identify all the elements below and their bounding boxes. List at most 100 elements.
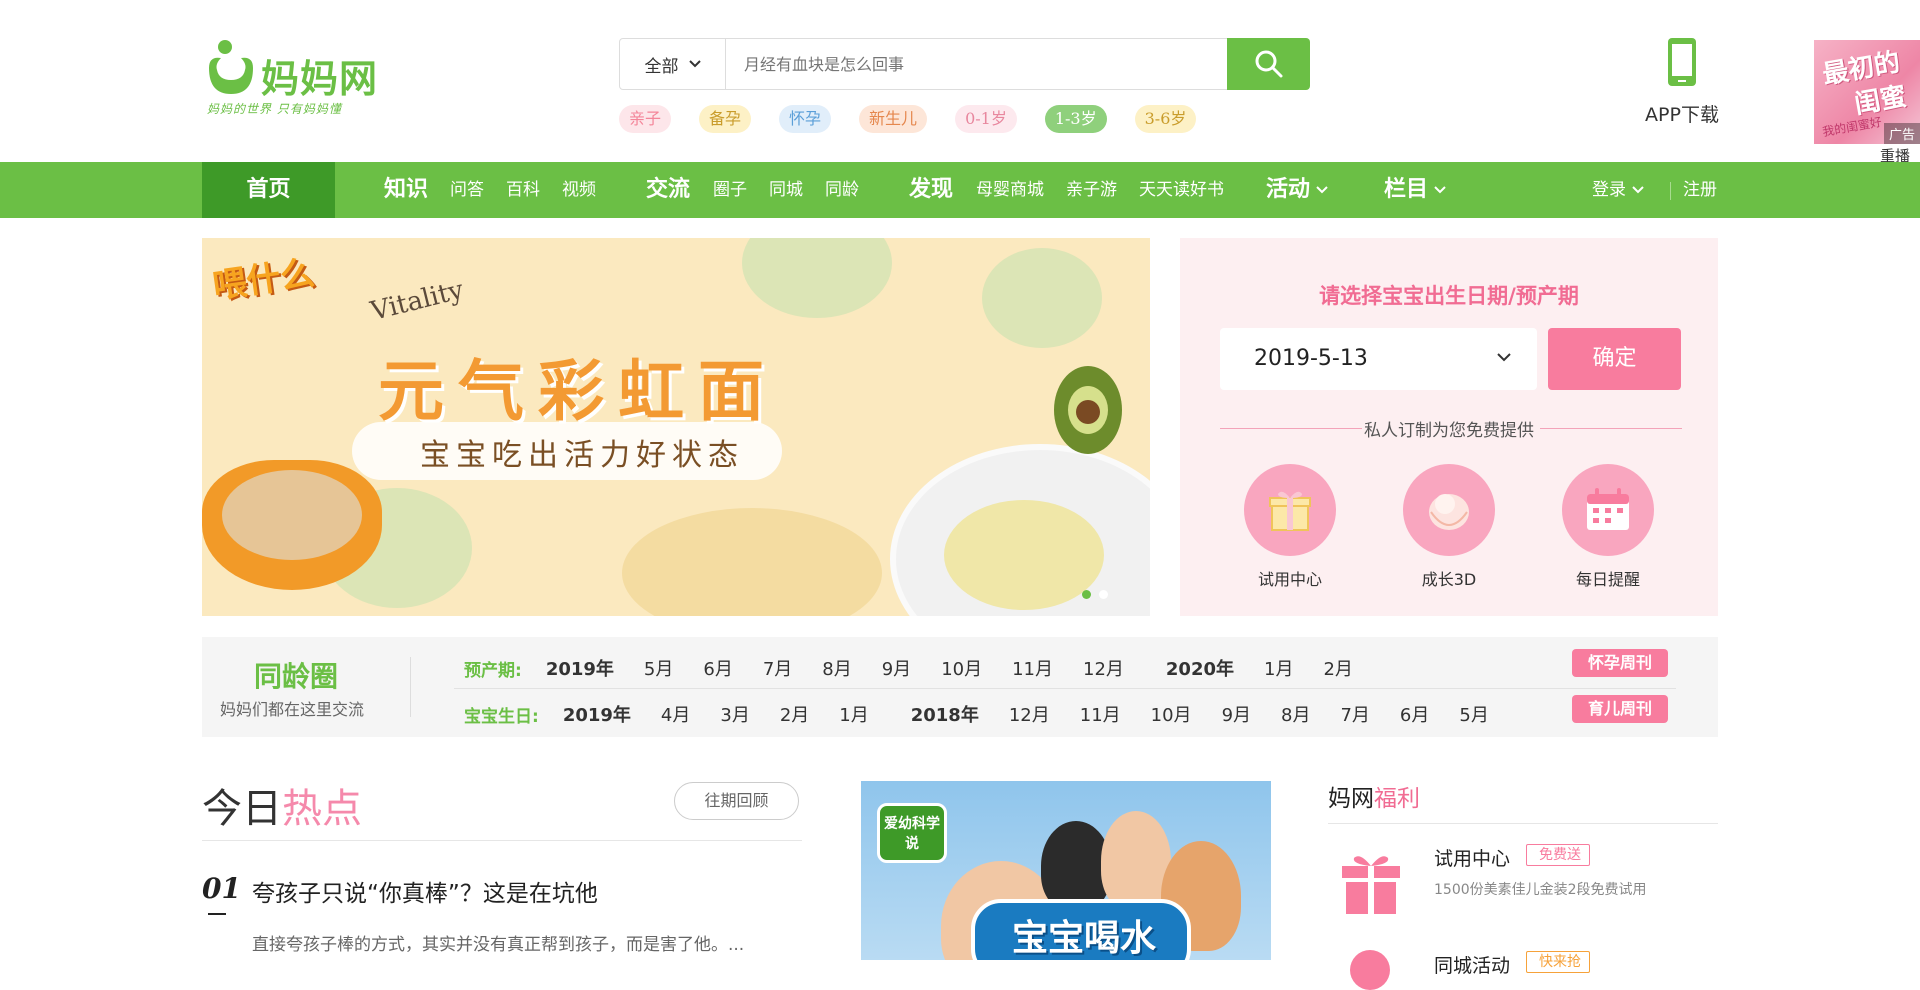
nav-books[interactable]: 天天读好书 bbox=[1139, 162, 1224, 218]
banner-dot[interactable] bbox=[1082, 590, 1091, 599]
quick-tag[interactable]: 0-1岁 bbox=[955, 105, 1017, 133]
parenting-weekly-button[interactable]: 育儿周刊 bbox=[1572, 695, 1668, 723]
growth-3d-button[interactable] bbox=[1403, 464, 1495, 556]
divider-line bbox=[202, 840, 802, 841]
welfare-item-name[interactable]: 试用中心 bbox=[1434, 844, 1510, 871]
ad-thumbnail[interactable]: 最初的 闺蜜 我的闺蜜好 广告 bbox=[1814, 40, 1920, 144]
nav-local[interactable]: 同城 bbox=[769, 162, 803, 218]
trial-center-label: 试用中心 bbox=[1257, 570, 1322, 589]
daily-reminder-button[interactable] bbox=[1562, 464, 1654, 556]
video-title: 宝宝喝水 bbox=[1011, 918, 1156, 959]
hot-title-a: 今日 bbox=[202, 786, 282, 832]
chevron-down-icon bbox=[1434, 186, 1446, 194]
nav-peer[interactable]: 同龄 bbox=[825, 162, 859, 218]
search-category-select[interactable]: 全部 bbox=[620, 39, 726, 89]
peer-subtitle: 妈妈们都在这里交流 bbox=[220, 700, 365, 719]
peer-month-link[interactable]: 5月 bbox=[1459, 701, 1488, 727]
nav-qa[interactable]: 问答 bbox=[450, 162, 484, 218]
peer-month-link[interactable]: 9月 bbox=[882, 655, 911, 681]
peer-month-link[interactable]: 2月 bbox=[780, 701, 809, 727]
peer-row-label: 宝宝生日: bbox=[464, 706, 539, 727]
site-logo[interactable]: 妈妈网 妈妈的世界 只有妈妈懂 bbox=[205, 38, 385, 118]
nav-login[interactable]: 登录 bbox=[1592, 162, 1644, 218]
quick-tag[interactable]: 亲子 bbox=[619, 105, 672, 133]
nav-discover[interactable]: 发现 bbox=[909, 162, 953, 218]
peer-year-link[interactable]: 2020年 bbox=[1166, 655, 1234, 681]
peer-month-link[interactable]: 12月 bbox=[1083, 655, 1124, 681]
trial-center-button[interactable] bbox=[1244, 464, 1336, 556]
past-review-button[interactable]: 往期回顾 bbox=[674, 782, 799, 820]
nav-mall[interactable]: 母婴商城 bbox=[976, 162, 1044, 218]
peer-month-link[interactable]: 9月 bbox=[1222, 701, 1251, 727]
hero-banner[interactable]: 喂什么 Vitality 元气彩虹面 宝宝吃出活力好状态 bbox=[202, 238, 1150, 616]
peer-month-link[interactable]: 7月 bbox=[763, 655, 792, 681]
peer-month-link[interactable]: 2月 bbox=[1323, 655, 1352, 681]
video-badge: 爱幼科学说 bbox=[877, 803, 947, 863]
peer-month-link[interactable]: 7月 bbox=[1340, 701, 1369, 727]
peer-year-link[interactable]: 2018年 bbox=[911, 701, 979, 727]
number-underline bbox=[208, 913, 226, 915]
baby-icon bbox=[1429, 494, 1469, 530]
peer-month-link[interactable]: 5月 bbox=[644, 655, 673, 681]
nav-community[interactable]: 交流 bbox=[646, 162, 690, 218]
banner-title: 元气彩虹面 bbox=[378, 353, 778, 430]
peer-month-link[interactable]: 6月 bbox=[703, 655, 732, 681]
nav-register[interactable]: 注册 bbox=[1683, 162, 1717, 218]
peer-year-link[interactable]: 2019年 bbox=[563, 701, 631, 727]
quick-tag[interactable]: 备孕 bbox=[699, 105, 752, 133]
quick-tag[interactable]: 1-3岁 bbox=[1044, 105, 1107, 133]
nav-video[interactable]: 视频 bbox=[562, 162, 596, 218]
peer-month-link[interactable]: 8月 bbox=[822, 655, 851, 681]
growth-3d-label: 成长3D bbox=[1421, 570, 1477, 589]
peer-month-link[interactable]: 12月 bbox=[1009, 701, 1050, 727]
logo-slogan: 妈妈的世界 只有妈妈懂 bbox=[207, 102, 342, 116]
banner-dot[interactable] bbox=[1099, 590, 1108, 599]
welfare-title-b: 福利 bbox=[1374, 786, 1420, 812]
gift-icon bbox=[1342, 856, 1400, 914]
nav-divider bbox=[1670, 182, 1671, 200]
peer-year-link[interactable]: 2019年 bbox=[546, 655, 614, 681]
birth-date-value: 2019-5-13 bbox=[1254, 346, 1368, 371]
confirm-button[interactable]: 确定 bbox=[1548, 328, 1681, 390]
nav-circle[interactable]: 圈子 bbox=[713, 162, 747, 218]
nav-knowledge[interactable]: 知识 bbox=[384, 162, 428, 218]
nav-column[interactable]: 栏目 bbox=[1384, 162, 1446, 218]
calendar-icon bbox=[1587, 488, 1629, 530]
pregnancy-weekly-button[interactable]: 怀孕周刊 bbox=[1572, 649, 1668, 677]
hot-item-desc: 直接夸孩子棒的方式，其实并没有真正帮到孩子，而是害了他。... bbox=[252, 935, 745, 955]
peer-month-link[interactable]: 10月 bbox=[1151, 701, 1192, 727]
hot-item-number: 01 bbox=[202, 872, 241, 905]
search-button[interactable] bbox=[1227, 38, 1310, 90]
chevron-down-icon bbox=[1497, 353, 1511, 362]
hot-item-headline[interactable]: 夸孩子只说“你真棒”？这是在坑他 bbox=[252, 874, 598, 908]
birth-date-select[interactable]: 2019-5-13 bbox=[1220, 328, 1537, 390]
welfare-title-a: 妈网 bbox=[1328, 786, 1374, 812]
app-download-link[interactable]: APP下载 bbox=[1632, 36, 1732, 127]
peer-month-link[interactable]: 6月 bbox=[1400, 701, 1429, 727]
quick-tag[interactable]: 3-6岁 bbox=[1134, 105, 1197, 133]
peer-month-link[interactable]: 10月 bbox=[941, 655, 982, 681]
banner-pagination bbox=[1082, 584, 1116, 603]
nav-home[interactable]: 首页 bbox=[202, 162, 335, 218]
peer-month-link[interactable]: 3月 bbox=[720, 701, 749, 727]
peer-month-link[interactable]: 1月 bbox=[1264, 655, 1293, 681]
nav-activity[interactable]: 活动 bbox=[1266, 162, 1328, 218]
peer-month-link[interactable]: 1月 bbox=[839, 701, 868, 727]
search-input[interactable] bbox=[728, 39, 1198, 89]
chevron-down-icon bbox=[1632, 186, 1644, 194]
peer-month-link[interactable]: 11月 bbox=[1080, 701, 1121, 727]
welfare-item-tag: 快来抢 bbox=[1526, 951, 1590, 973]
daily-reminder-label: 每日提醒 bbox=[1575, 570, 1640, 589]
welfare-title: 妈网福利 bbox=[1328, 779, 1420, 813]
video-thumbnail[interactable]: 宝宝喝水 爱幼科学说 bbox=[861, 781, 1271, 960]
nav-trip[interactable]: 亲子游 bbox=[1066, 162, 1117, 218]
peer-month-link[interactable]: 8月 bbox=[1281, 701, 1310, 727]
quick-tag[interactable]: 怀孕 bbox=[779, 105, 832, 133]
peer-month-link[interactable]: 11月 bbox=[1012, 655, 1053, 681]
peer-month-link[interactable]: 4月 bbox=[661, 701, 690, 727]
quick-tag[interactable]: 新生儿 bbox=[859, 105, 928, 133]
nav-wiki[interactable]: 百科 bbox=[506, 162, 540, 218]
birth-date-panel: 请选择宝宝出生日期/预产期 2019-5-13 确定 私人订制为您免费提供 试用… bbox=[1180, 238, 1718, 616]
welfare-item-name[interactable]: 同城活动 bbox=[1434, 951, 1510, 978]
banner-avocado-pit bbox=[1076, 400, 1100, 424]
